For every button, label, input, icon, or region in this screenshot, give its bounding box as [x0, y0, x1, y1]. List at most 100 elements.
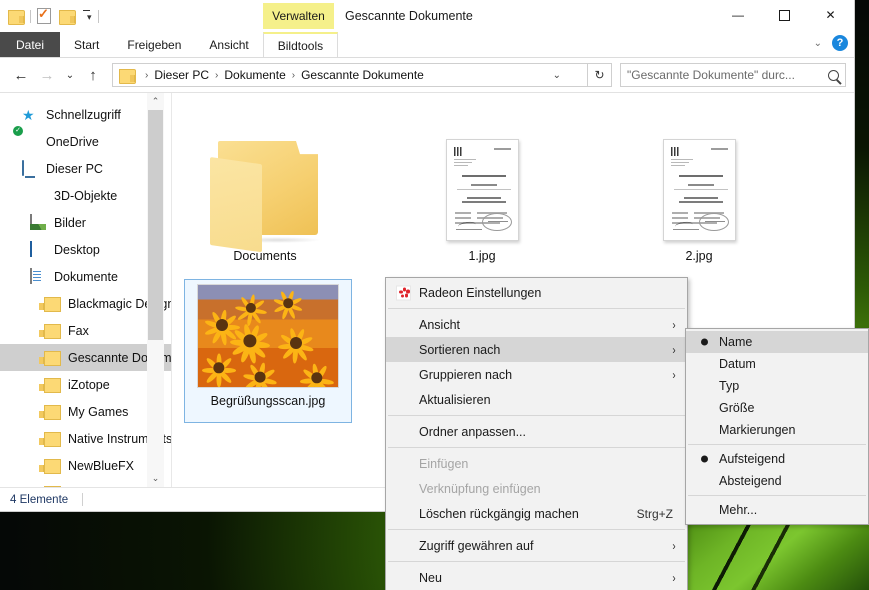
submenu-item-datum[interactable]: Datum — [686, 353, 868, 375]
sidebar-item-dokumente[interactable]: Dokumente — [0, 263, 171, 290]
context-menu[interactable]: Radeon Einstellungen Ansicht › Sortieren… — [385, 277, 688, 590]
menu-item-ordner-anpassen[interactable]: Ordner anpassen... — [386, 419, 687, 444]
sidebar-item-blackmagic-design[interactable]: Blackmagic Design — [0, 290, 171, 317]
menu-separator — [388, 415, 685, 416]
menu-item-radeon-einstellungen[interactable]: Radeon Einstellungen — [386, 280, 687, 305]
menu-item-ansicht[interactable]: Ansicht › — [386, 312, 687, 337]
sidebar-item-reaper-media[interactable]: REAPER Media — [0, 479, 171, 488]
menu-item-sortieren-nach[interactable]: Sortieren nach › — [386, 337, 687, 362]
back-button[interactable]: ← — [8, 62, 34, 88]
sidebar-item-native-instruments[interactable]: Native Instruments — [0, 425, 171, 452]
up-button[interactable]: ↑ — [80, 62, 106, 88]
refresh-button[interactable]: ↻ — [588, 63, 612, 87]
document-thumbnail — [445, 109, 519, 241]
submenu-item-markierungen[interactable]: Markierungen — [686, 419, 868, 441]
recent-locations-icon[interactable]: ⌄ — [60, 62, 80, 88]
chevron-down-icon[interactable]: ⌄ — [814, 38, 822, 49]
menu-item-neu[interactable]: Neu › — [386, 565, 687, 590]
maximize-button[interactable] — [761, 0, 807, 30]
sidebar-item-label: My Games — [68, 404, 129, 419]
sidebar-item-3d-objekte[interactable]: 3D-Objekte — [0, 182, 171, 209]
sidebar-item-dieser-pc[interactable]: Dieser PC — [0, 155, 171, 182]
folder-icon — [44, 431, 61, 447]
computer-icon — [22, 159, 39, 177]
menu-label: Radeon Einstellungen — [419, 285, 542, 300]
tab-start[interactable]: Start — [60, 32, 113, 57]
close-button[interactable]: ✕ — [807, 0, 854, 30]
breadcrumb-item-dokumente[interactable]: Dokumente — [224, 68, 285, 82]
sidebar-item-bilder[interactable]: Bilder — [0, 209, 171, 236]
scroll-down-icon[interactable]: ⌄ — [147, 470, 164, 487]
sidebar-item-label: Dieser PC — [46, 161, 103, 176]
contextual-tab-verwalten[interactable]: Verwalten — [263, 3, 334, 29]
desktop-icon — [30, 240, 47, 258]
tab-freigeben[interactable]: Freigeben — [113, 32, 195, 57]
sidebar-item-gescannte-dokumente[interactable]: Gescannte Dokumente — [0, 344, 171, 371]
menu-item-einfuegen: Einfügen — [386, 451, 687, 476]
new-folder-icon[interactable] — [59, 9, 76, 25]
menu-item-aktualisieren[interactable]: Aktualisieren — [386, 387, 687, 412]
breadcrumb-item-dieser-pc[interactable]: Dieser PC — [154, 68, 209, 82]
search-input[interactable]: "Gescannte Dokumente" durc... — [620, 63, 846, 87]
submenu-item-name[interactable]: Name — [686, 331, 868, 353]
submenu-label: Datum — [719, 357, 756, 371]
help-icon[interactable]: ? — [832, 35, 848, 51]
folder-thumbnail — [210, 109, 320, 253]
file-item-1jpg[interactable]: 1.jpg — [401, 101, 563, 279]
breadcrumb-item-gescannte-dokumente[interactable]: Gescannte Dokumente — [301, 68, 424, 82]
menu-label: Sortieren nach — [419, 342, 501, 357]
sidebar-item-onedrive[interactable]: OneDrive — [0, 128, 171, 155]
breadcrumb-dropdown-icon[interactable]: ⌄ — [553, 70, 561, 81]
submenu-item-groesse[interactable]: Größe — [686, 397, 868, 419]
sidebar-item-desktop[interactable]: Desktop — [0, 236, 171, 263]
submenu-label: Mehr... — [719, 503, 758, 517]
sort-by-submenu[interactable]: Name Datum Typ Größe Markierungen Aufste… — [685, 328, 869, 525]
file-item-begruessungsscan[interactable]: Begrüßungsscan.jpg — [184, 279, 352, 423]
submenu-item-typ[interactable]: Typ — [686, 375, 868, 397]
scrollbar-thumb[interactable] — [148, 110, 163, 340]
menu-item-gruppieren-nach[interactable]: Gruppieren nach › — [386, 362, 687, 387]
submenu-label: Absteigend — [719, 474, 782, 488]
sidebar-item-label: REAPER Media — [68, 486, 157, 488]
menu-separator — [388, 447, 685, 448]
sidebar-item-label: Bilder — [54, 215, 86, 230]
file-label: 1.jpg — [468, 249, 496, 263]
qat-dropdown-icon[interactable]: ▾ — [82, 10, 92, 22]
photo-thumbnail — [197, 284, 339, 388]
sidebar-item-newbluefx[interactable]: NewBlueFX — [0, 452, 171, 479]
breadcrumb[interactable]: › Dieser PC › Dokumente › Gescannte Doku… — [112, 63, 588, 87]
menu-item-loeschen-rueckgaengig[interactable]: Löschen rückgängig machen Strg+Z — [386, 501, 687, 526]
scroll-up-icon[interactable]: ⌃ — [147, 93, 164, 110]
breadcrumb-separator-1: › — [215, 69, 219, 81]
submenu-label: Aufsteigend — [719, 452, 786, 466]
tab-bildtools[interactable]: Bildtools — [262, 32, 339, 57]
sidebar-item-izotope[interactable]: iZotope — [0, 371, 171, 398]
scanned-document-icon — [445, 139, 519, 241]
file-item-2jpg[interactable]: 2.jpg — [618, 101, 780, 279]
ribbon-tab-bar: Datei Start Freigeben Ansicht Bildtools … — [0, 32, 854, 58]
submenu-item-aufsteigend[interactable]: Aufsteigend — [686, 448, 868, 470]
search-icon[interactable] — [828, 69, 839, 81]
menu-item-zugriff-gewaehren-auf[interactable]: Zugriff gewähren auf › — [386, 533, 687, 558]
submenu-label: Typ — [719, 379, 740, 393]
sidebar-scrollbar[interactable]: ⌃ ⌄ — [147, 93, 164, 487]
tab-datei[interactable]: Datei — [0, 32, 61, 57]
chevron-right-icon: › — [672, 570, 676, 585]
minimize-button[interactable]: — — [715, 0, 761, 30]
sidebar-item-schnellzugriff[interactable]: ★ Schnellzugriff — [0, 101, 171, 128]
submenu-item-mehr[interactable]: Mehr... — [686, 499, 868, 521]
qat-divider-1 — [30, 9, 31, 23]
submenu-item-absteigend[interactable]: Absteigend — [686, 470, 868, 492]
folder-icon — [44, 323, 61, 339]
radeon-icon — [396, 285, 411, 300]
sidebar-item-label: NewBlueFX — [68, 458, 134, 473]
tab-ansicht[interactable]: Ansicht — [195, 32, 262, 57]
folder-icon[interactable] — [8, 9, 25, 25]
properties-icon[interactable] — [37, 6, 51, 24]
sidebar-item-my-games[interactable]: My Games — [0, 398, 171, 425]
file-item-documents[interactable]: Documents — [184, 101, 346, 279]
star-icon: ★ — [22, 106, 35, 123]
sidebar-item-fax[interactable]: Fax — [0, 317, 171, 344]
submenu-label: Name — [719, 335, 753, 349]
window-controls: — ✕ — [715, 0, 854, 30]
